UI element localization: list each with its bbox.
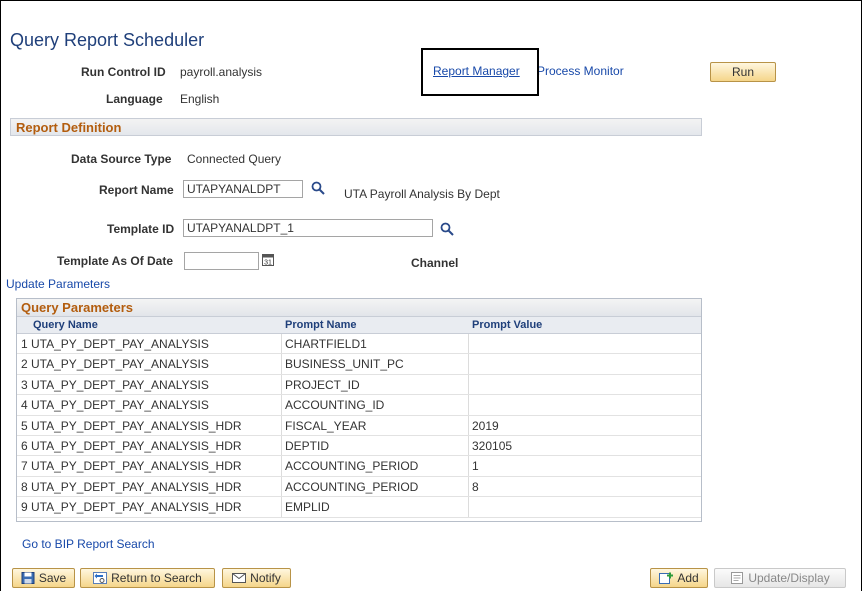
save-icon <box>21 572 35 584</box>
prompt-value-cell[interactable]: 8 <box>472 480 479 494</box>
template-date-label: Template As Of Date <box>57 254 174 268</box>
update-icon <box>731 572 744 584</box>
grid-column-headers: Query Name Prompt Name Prompt Value <box>17 316 701 334</box>
table-row: 3 UTA_PY_DEPT_PAY_ANALYSIS PROJECT_ID <box>17 374 701 396</box>
data-source-label: Data Source Type <box>71 152 172 166</box>
query-parameters-header: Query Parameters <box>17 299 701 316</box>
template-id-label: Template ID <box>107 222 175 236</box>
notify-label: Notify <box>250 571 281 585</box>
run-button[interactable]: Run <box>710 62 776 82</box>
magnifier-icon[interactable] <box>311 181 325 195</box>
query-name-cell: UTA_PY_DEPT_PAY_ANALYSIS <box>31 377 209 392</box>
column-header-prompt-value: Prompt Value <box>472 319 543 331</box>
query-name-cell: UTA_PY_DEPT_PAY_ANALYSIS_HDR <box>31 459 242 474</box>
column-header-query-name: Query Name <box>33 319 98 331</box>
query-parameters-grid: Query Parameters Query Name Prompt Name … <box>16 298 702 522</box>
row-number: 8 <box>21 479 28 494</box>
table-row: 5 UTA_PY_DEPT_PAY_ANALYSIS_HDR FISCAL_YEAR… <box>17 415 701 436</box>
report-definition-header: Report Definition <box>10 118 702 136</box>
column-header-prompt-name: Prompt Name <box>285 319 357 331</box>
row-number: 6 <box>21 439 28 453</box>
query-parameters-title: Query Parameters <box>21 300 134 315</box>
report-definition-title: Report Definition <box>16 120 122 135</box>
query-name-cell: UTA_PY_DEPT_PAY_ANALYSIS <box>31 357 209 372</box>
save-button[interactable]: Save <box>12 568 75 588</box>
prompt-name-cell: ACCOUNTING_PERIOD <box>285 459 419 474</box>
template-date-input[interactable] <box>184 252 259 270</box>
row-number: 5 <box>21 418 28 433</box>
query-name-cell: UTA_PY_DEPT_PAY_ANALYSIS <box>31 337 209 351</box>
template-id-input[interactable]: UTAPYANALDPT_1 <box>183 219 433 237</box>
query-name-cell: UTA_PY_DEPT_PAY_ANALYSIS_HDR <box>31 439 242 453</box>
language-value: English <box>180 92 220 106</box>
run-control-label: Run Control ID <box>81 65 166 79</box>
row-number: 3 <box>21 377 28 392</box>
page-title: Query Report Scheduler <box>10 30 205 50</box>
row-number: 2 <box>21 357 28 372</box>
prompt-name-cell: BUSINESS_UNIT_PC <box>285 357 404 372</box>
table-row: 9 UTA_PY_DEPT_PAY_ANALYSIS_HDR EMPLID <box>17 497 701 518</box>
update-display-label: Update/Display <box>748 571 830 585</box>
process-monitor-link[interactable]: Process Monitor <box>537 64 624 78</box>
prompt-value-cell[interactable]: 320105 <box>472 439 512 453</box>
update-parameters-link[interactable]: Update Parameters <box>6 277 110 291</box>
row-number: 7 <box>21 459 28 474</box>
prompt-name-cell: DEPTID <box>285 439 330 453</box>
svg-text:31: 31 <box>264 260 272 267</box>
return-to-search-label: Return to Search <box>111 571 202 585</box>
data-source-value: Connected Query <box>187 152 282 166</box>
prompt-name-cell: ACCOUNTING_ID <box>285 398 385 413</box>
table-row: 2 UTA_PY_DEPT_PAY_ANALYSIS BUSINESS_UNIT_P… <box>17 354 701 375</box>
query-name-cell: UTA_PY_DEPT_PAY_ANALYSIS_HDR <box>31 479 242 494</box>
prompt-name-cell: ACCOUNTING_PERIOD <box>285 479 419 494</box>
query-name-cell: UTA_PY_DEPT_PAY_ANALYSIS_HDR <box>31 500 242 515</box>
calendar-icon[interactable]: 31 <box>262 253 274 266</box>
save-label: Save <box>38 571 67 585</box>
notify-button[interactable]: Notify <box>222 568 291 588</box>
report-name-label: Report Name <box>99 183 174 197</box>
highlight-box <box>421 48 539 96</box>
table-row: 8 UTA_PY_DEPT_PAY_ANALYSIS_HDR ACCOUNTING_… <box>17 476 701 498</box>
report-description: UTA Payroll Analysis By Dept <box>344 187 500 201</box>
add-button[interactable]: Add <box>650 568 708 588</box>
magnifier-icon[interactable] <box>440 222 454 236</box>
add-icon <box>659 572 674 584</box>
prompt-value-cell[interactable]: 1 <box>472 459 479 473</box>
bip-report-search-link[interactable]: Go to BIP Report Search <box>22 537 155 551</box>
run-control-value: payroll.analysis <box>180 65 263 79</box>
return-to-search-button[interactable]: Return to Search <box>80 568 215 588</box>
add-label: Add <box>677 571 699 585</box>
row-number: 4 <box>21 398 28 413</box>
prompt-name-cell: PROJECT_ID <box>285 377 360 392</box>
table-row: 7 UTA_PY_DEPT_PAY_ANALYSIS_HDR ACCOUNTING_… <box>17 456 701 477</box>
notify-icon <box>232 573 247 583</box>
return-icon <box>93 572 108 584</box>
prompt-name-cell: EMPLID <box>285 500 330 515</box>
table-row: 6 UTA_PY_DEPT_PAY_ANALYSIS_HDR DEPTID 32010… <box>17 436 701 457</box>
report-name-input[interactable]: UTAPYANALDPT <box>183 180 303 198</box>
row-number: 1 <box>21 337 28 351</box>
table-row: 1 UTA_PY_DEPT_PAY_ANALYSIS CHARTFIELD1 <box>17 334 701 355</box>
row-number: 9 <box>21 500 28 515</box>
language-label: Language <box>106 92 163 106</box>
prompt-value-cell[interactable]: 2019 <box>472 419 499 433</box>
update-display-button: Update/Display <box>714 568 846 588</box>
query-name-cell: UTA_PY_DEPT_PAY_ANALYSIS <box>31 398 209 413</box>
query-name-cell: UTA_PY_DEPT_PAY_ANALYSIS_HDR <box>31 418 242 433</box>
prompt-name-cell: CHARTFIELD1 <box>285 337 367 351</box>
table-row: 4 UTA_PY_DEPT_PAY_ANALYSIS ACCOUNTING_ID <box>17 395 701 416</box>
prompt-name-cell: FISCAL_YEAR <box>285 418 367 433</box>
channel-label: Channel <box>411 256 459 270</box>
